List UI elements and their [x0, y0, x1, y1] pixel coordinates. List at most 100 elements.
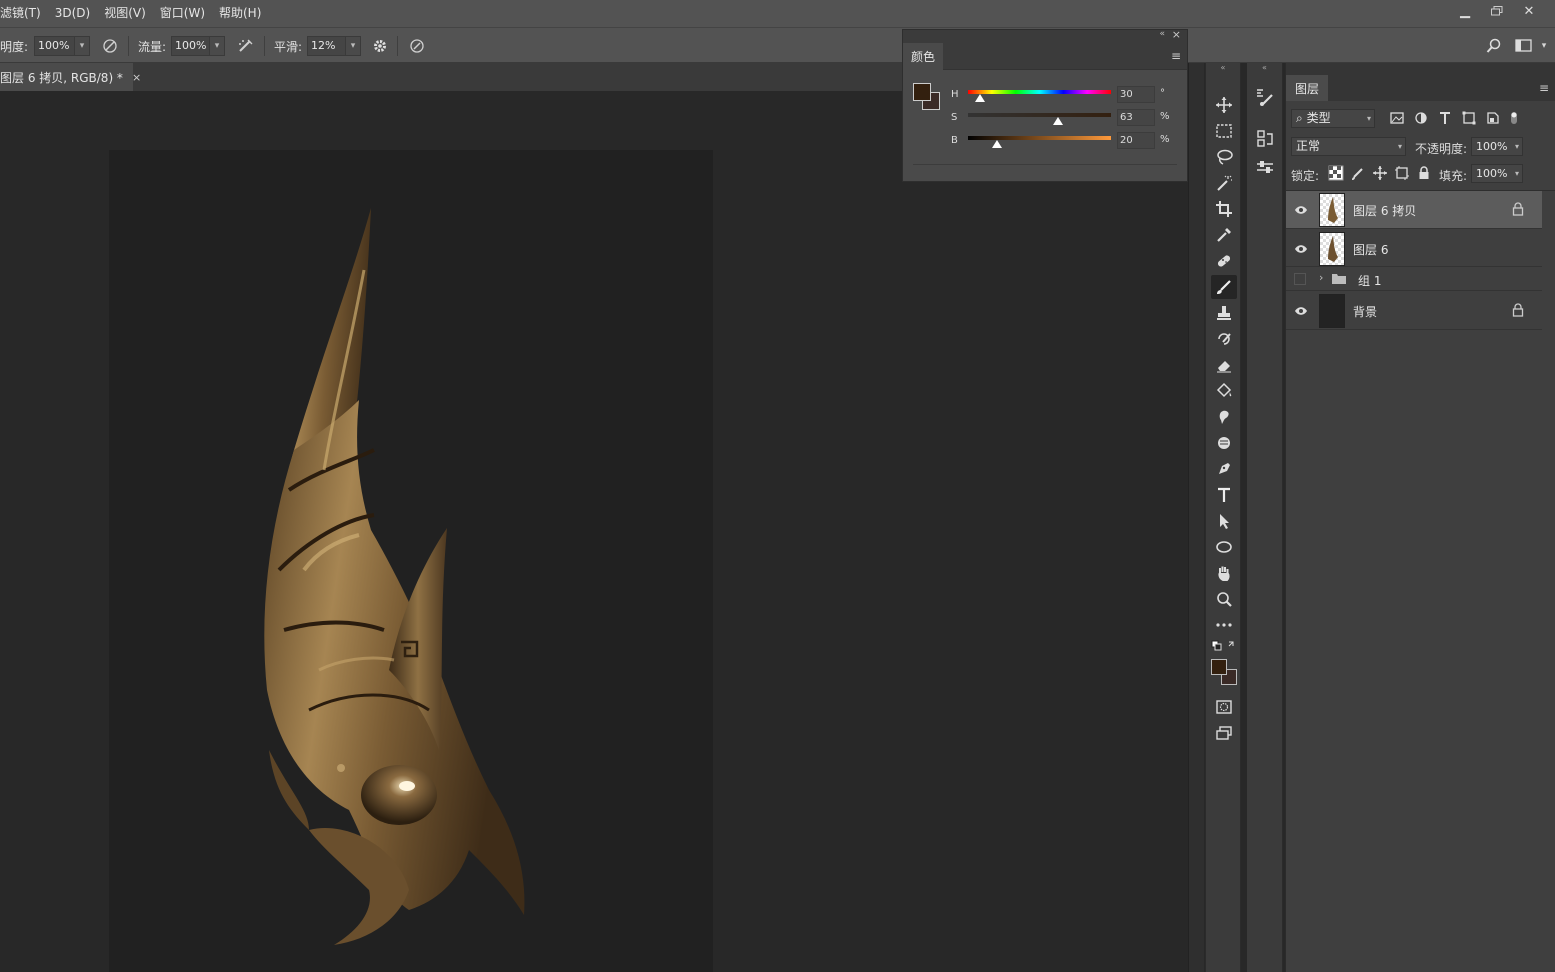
- close-tab-icon[interactable]: ×: [132, 71, 141, 84]
- lock-all-icon[interactable]: [1416, 165, 1432, 184]
- blend-mode-dropdown[interactable]: 正常 ▾: [1291, 137, 1406, 156]
- opacity-dropdown[interactable]: ▾: [74, 36, 90, 56]
- default-colors-icon[interactable]: [1211, 639, 1237, 655]
- collapse-icon[interactable]: «: [1159, 29, 1165, 39]
- eraser-icon[interactable]: [1211, 353, 1237, 377]
- layer-opacity-input[interactable]: 100% ▾: [1471, 137, 1523, 156]
- fill-input[interactable]: 100% ▾: [1471, 164, 1523, 183]
- menu-view[interactable]: 视图(V): [97, 0, 153, 27]
- airbrush-icon[interactable]: [236, 36, 256, 56]
- path-selection-icon[interactable]: [1211, 509, 1237, 533]
- gear-icon[interactable]: [370, 36, 390, 56]
- saturation-track[interactable]: [968, 113, 1111, 117]
- flow-input[interactable]: 100%: [171, 36, 211, 56]
- opacity-input[interactable]: 100%: [34, 36, 76, 56]
- visibility-toggle-off[interactable]: [1294, 273, 1306, 285]
- brush-settings-icon[interactable]: [1255, 87, 1275, 110]
- adjustment-filter-icon[interactable]: [1413, 111, 1429, 128]
- smart-object-filter-icon[interactable]: [1485, 111, 1501, 128]
- fg-bg-color-swatches[interactable]: [1211, 659, 1241, 687]
- hue-thumb[interactable]: [974, 94, 985, 102]
- tab-layers[interactable]: 图层: [1286, 75, 1328, 101]
- layer-row[interactable]: 图层 6: [1286, 230, 1542, 267]
- menu-filter[interactable]: 滤镜(T): [0, 0, 48, 27]
- type-tool-icon[interactable]: [1211, 483, 1237, 507]
- panel-menu-icon[interactable]: ≡: [1539, 81, 1549, 95]
- tab-color[interactable]: 颜色: [903, 43, 943, 70]
- lock-transparent-icon[interactable]: [1328, 165, 1344, 184]
- layer-name[interactable]: 图层 6 拷贝: [1353, 202, 1416, 219]
- adjustments-icon[interactable]: [1255, 159, 1275, 182]
- flow-dropdown[interactable]: ▾: [209, 36, 225, 56]
- history-brush-icon[interactable]: [1211, 327, 1237, 351]
- magic-wand-icon[interactable]: [1211, 171, 1237, 195]
- document-tab[interactable]: 图层 6 拷贝, RGB/8) * ×: [0, 63, 141, 91]
- foreground-color-swatch[interactable]: [913, 83, 931, 101]
- layer-row[interactable]: 图层 6 拷贝: [1286, 191, 1542, 229]
- saturation-slider[interactable]: S 63 %: [951, 109, 1181, 129]
- menu-help[interactable]: 帮助(H): [212, 0, 268, 27]
- hand-tool-icon[interactable]: [1211, 561, 1237, 585]
- type-filter-icon[interactable]: [1437, 111, 1453, 128]
- paint-bucket-icon[interactable]: [1211, 379, 1237, 403]
- filter-toggle-icon[interactable]: [1509, 111, 1519, 128]
- pressure-size-icon[interactable]: [407, 36, 427, 56]
- filter-kind-dropdown[interactable]: ⌕ 类型 ▾: [1291, 109, 1375, 128]
- lock-position-icon[interactable]: [1372, 165, 1388, 184]
- ellipse-tool-icon[interactable]: [1211, 535, 1237, 559]
- brush-tool-icon[interactable]: [1211, 275, 1237, 299]
- layer-name[interactable]: 组 1: [1358, 272, 1381, 289]
- more-tools-icon[interactable]: [1211, 613, 1237, 637]
- minimize-icon[interactable]: ▁: [1449, 0, 1481, 22]
- hue-slider[interactable]: H 30 °: [951, 86, 1181, 106]
- clone-source-icon[interactable]: [1255, 129, 1275, 152]
- smoothing-dropdown[interactable]: ▾: [345, 36, 361, 56]
- menu-window[interactable]: 窗口(W): [153, 0, 212, 27]
- menu-3d[interactable]: 3D(D): [48, 0, 97, 27]
- visibility-eye-icon[interactable]: [1294, 203, 1308, 217]
- layer-group-row[interactable]: › 组 1: [1286, 268, 1542, 291]
- brightness-track[interactable]: [968, 136, 1111, 140]
- foreground-color-swatch[interactable]: [1211, 659, 1227, 675]
- visibility-eye-icon[interactable]: [1294, 242, 1308, 256]
- search-icon[interactable]: [1484, 36, 1504, 56]
- collapse-icon[interactable]: «: [1247, 63, 1282, 75]
- hue-track[interactable]: [968, 90, 1111, 94]
- layer-row[interactable]: 背景: [1286, 292, 1542, 330]
- lock-artboard-icon[interactable]: [1394, 165, 1410, 184]
- smoothing-input[interactable]: 12%: [307, 36, 347, 56]
- clone-stamp-icon[interactable]: [1211, 301, 1237, 325]
- dodge-tool-icon[interactable]: [1211, 431, 1237, 455]
- lock-pixels-icon[interactable]: [1350, 165, 1366, 184]
- panel-menu-icon[interactable]: ≡: [1171, 49, 1181, 63]
- workspace-icon[interactable]: [1514, 36, 1534, 56]
- brightness-thumb[interactable]: [991, 140, 1002, 148]
- brightness-slider[interactable]: B 20 %: [951, 132, 1181, 152]
- document-canvas[interactable]: [109, 150, 713, 972]
- chevron-right-icon[interactable]: ›: [1319, 271, 1323, 284]
- screen-mode-icon[interactable]: [1211, 721, 1237, 745]
- shape-filter-icon[interactable]: [1461, 111, 1477, 128]
- layer-name[interactable]: 图层 6: [1353, 241, 1388, 258]
- close-icon[interactable]: ✕: [1513, 0, 1545, 22]
- smudge-tool-icon[interactable]: [1211, 405, 1237, 429]
- pixel-filter-icon[interactable]: [1389, 111, 1405, 128]
- crop-tool-icon[interactable]: [1211, 197, 1237, 221]
- restore-icon[interactable]: [1481, 0, 1513, 22]
- lasso-tool-icon[interactable]: [1211, 145, 1237, 169]
- saturation-thumb[interactable]: [1053, 117, 1064, 125]
- brightness-value[interactable]: 20: [1117, 132, 1155, 149]
- healing-brush-icon[interactable]: [1211, 249, 1237, 273]
- saturation-value[interactable]: 63: [1117, 109, 1155, 126]
- marquee-tool-icon[interactable]: [1211, 119, 1237, 143]
- pen-tool-icon[interactable]: [1211, 457, 1237, 481]
- close-panel-icon[interactable]: ×: [1172, 28, 1181, 41]
- hue-value[interactable]: 30: [1117, 86, 1155, 103]
- move-tool-icon[interactable]: [1211, 93, 1237, 117]
- collapse-icon[interactable]: «: [1206, 63, 1240, 75]
- zoom-tool-icon[interactable]: [1211, 587, 1237, 611]
- layer-name[interactable]: 背景: [1353, 303, 1377, 320]
- eyedropper-icon[interactable]: [1211, 223, 1237, 247]
- pressure-opacity-icon[interactable]: [100, 36, 120, 56]
- visibility-eye-icon[interactable]: [1294, 304, 1308, 318]
